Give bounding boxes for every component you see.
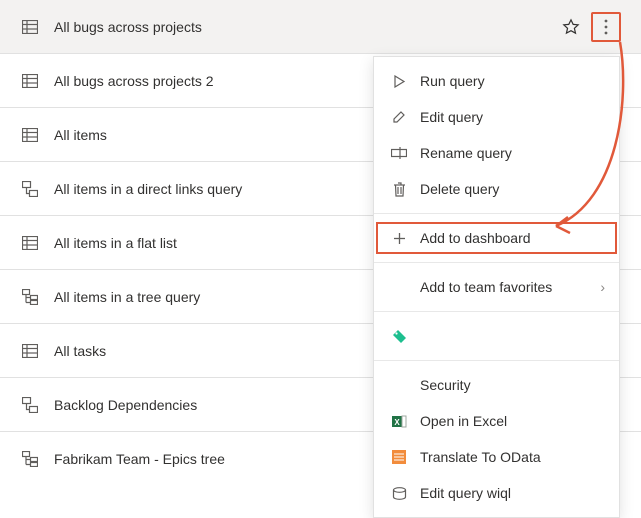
flat-query-icon [20,74,40,88]
menu-add-to-dashboard[interactable]: Add to dashboard [374,220,619,256]
menu-label: Delete query [420,181,605,197]
odata-icon [388,450,410,464]
menu-label: Add to dashboard [420,230,605,246]
menu-tag[interactable] [374,318,619,354]
menu-edit-wiql[interactable]: Edit query wiql [374,475,619,511]
play-icon [388,75,410,88]
menu-translate-odata[interactable]: Translate To OData [374,439,619,475]
menu-open-in-excel[interactable]: X Open in Excel [374,403,619,439]
linked-query-icon [20,397,40,413]
query-row[interactable]: All bugs across projects [0,0,641,54]
query-label: All bugs across projects [54,19,559,35]
menu-label: Run query [420,73,605,89]
star-icon[interactable] [559,18,583,36]
wiql-icon [388,487,410,500]
pencil-icon [388,110,410,124]
menu-label: Security [420,377,605,393]
tag-icon [388,329,410,344]
menu-label: Open in Excel [420,413,605,429]
plus-icon [388,232,410,245]
flat-query-icon [20,128,40,142]
menu-run-query[interactable]: Run query [374,63,619,99]
menu-separator [374,311,619,312]
chevron-right-icon: › [600,279,605,295]
menu-security[interactable]: Security [374,367,619,403]
menu-separator [374,213,619,214]
menu-label: Edit query wiql [420,485,605,501]
menu-label: Add to team favorites [420,279,600,295]
flat-query-icon [20,20,40,34]
menu-edit-query[interactable]: Edit query [374,99,619,135]
tree-query-icon [20,451,40,467]
context-menu: Run query Edit query Rename query Delete… [373,56,620,518]
menu-rename-query[interactable]: Rename query [374,135,619,171]
menu-label: Rename query [420,145,605,161]
rename-icon [388,147,410,159]
trash-icon [388,182,410,197]
svg-text:X: X [394,418,400,427]
menu-add-team-favorites[interactable]: Add to team favorites › [374,269,619,305]
tree-query-icon [20,289,40,305]
menu-separator [374,262,619,263]
linked-query-icon [20,181,40,197]
menu-label: Translate To OData [420,449,605,465]
flat-query-icon [20,344,40,358]
menu-separator [374,360,619,361]
menu-label: Edit query [420,109,605,125]
excel-icon: X [388,414,410,429]
menu-delete-query[interactable]: Delete query [374,171,619,207]
more-actions-button[interactable] [591,12,621,42]
flat-query-icon [20,236,40,250]
